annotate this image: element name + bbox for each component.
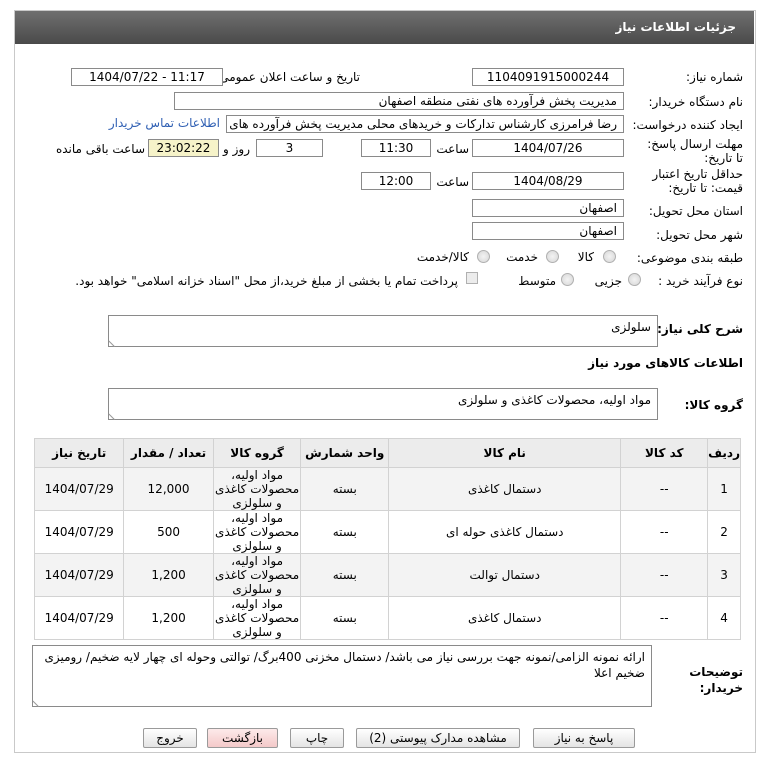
col-row-header: ردیف: [707, 438, 741, 468]
item-name: دستمال توالت: [388, 553, 622, 597]
col-group-header: گروه کالا: [212, 438, 302, 468]
deadline-label: مهلت ارسال پاسخ: تا تاریخ:: [647, 137, 743, 165]
item-code: --: [620, 467, 709, 511]
back-button[interactable]: بازگشت: [207, 728, 278, 748]
city-field: اصفهان: [472, 222, 624, 240]
item-name: دستمال کاغذی: [388, 467, 622, 511]
summary-value: سلولزی: [611, 320, 651, 334]
summary-label: شرح کلی نیاز:: [657, 322, 743, 336]
item-name: دستمال کاغذی حوله ای: [388, 510, 622, 554]
table-header-row: ردیف کد کالا نام کالا واحد شمارش گروه کا…: [33, 438, 741, 468]
creator-label: ایجاد کننده درخواست:: [632, 118, 743, 132]
buyer-org-field: مدیریت پخش فرآورده های نفتی منطقه اصفهان: [174, 92, 624, 110]
deadline-time-label: ساعت: [436, 142, 469, 156]
category-both-radio[interactable]: [477, 250, 490, 263]
col-code-header: کد کالا: [620, 438, 709, 468]
province-label: استان محل تحویل:: [648, 204, 743, 218]
item-qty: 500: [123, 510, 214, 554]
category-goods-label: کالا: [577, 250, 594, 264]
item-date: 1404/07/29: [33, 510, 125, 554]
item-code: --: [620, 596, 709, 640]
validity-label: حداقل تاریخ اعتبار قیمت: تا تاریخ:: [652, 167, 743, 195]
item-unit: بسته: [300, 467, 390, 511]
row-index: 4: [707, 596, 741, 640]
deadline-date-field: 1404/07/26: [472, 139, 624, 157]
goods-info-title: اطلاعات کالاهای مورد نیاز: [588, 356, 743, 370]
print-button[interactable]: چاپ: [290, 728, 344, 748]
contact-info-link[interactable]: اطلاعات تماس خریدار: [109, 116, 220, 130]
remaining-time-field: 23:02:22: [148, 139, 219, 157]
item-code: --: [620, 553, 709, 597]
days-label: روز و: [223, 142, 250, 156]
item-code: --: [620, 510, 709, 554]
items-table: ردیف کد کالا نام کالا واحد شمارش گروه کا…: [33, 438, 741, 640]
item-qty: 1,200: [123, 596, 214, 640]
table-row: 3 -- دستمال توالت بسته مواد اولیه، محصول…: [33, 553, 741, 597]
category-service-label: خدمت: [506, 250, 538, 264]
announce-field: 1404/07/22 - 11:17: [71, 68, 223, 86]
process-minor-label: جزیی: [594, 274, 622, 288]
process-medium-radio[interactable]: [561, 273, 574, 286]
item-qty: 12,000: [123, 467, 214, 511]
province-field: اصفهان: [472, 199, 624, 217]
creator-field: رضا فرامرزی کارشناس تدارکات و خریدهای مح…: [226, 115, 624, 133]
item-date: 1404/07/29: [33, 596, 125, 640]
process-label: نوع فرآیند خرید :: [658, 274, 743, 288]
validity-time-label: ساعت: [436, 175, 469, 189]
process-minor-radio[interactable]: [628, 273, 641, 286]
item-date: 1404/07/29: [33, 467, 125, 511]
item-unit: بسته: [300, 553, 390, 597]
row-index: 2: [707, 510, 741, 554]
treasury-payment-checkbox[interactable]: [466, 272, 478, 284]
buyer-notes-label: توضیحات خریدار:: [689, 665, 743, 695]
item-group: مواد اولیه، محصولات کاغذی و سلولزی: [212, 553, 302, 597]
category-goods-radio[interactable]: [603, 250, 616, 263]
validity-time-field: 12:00: [361, 172, 431, 190]
category-service-radio[interactable]: [546, 250, 559, 263]
need-number-label: شماره نیاز:: [686, 70, 743, 84]
goods-group-textarea[interactable]: مواد اولیه، محصولات کاغذی و سلولزی: [108, 388, 658, 421]
goods-group-label: گروه کالا:: [684, 398, 743, 412]
table-row: 2 -- دستمال کاغذی حوله ای بسته مواد اولی…: [33, 510, 741, 554]
page-header: جزئیات اطلاعات نیاز: [15, 11, 754, 44]
item-qty: 1,200: [123, 553, 214, 597]
need-number-field: 1104091915000244: [472, 68, 624, 86]
buyer-notes-value: ارائه نمونه الزامی/نمونه جهت بررسی نیاز …: [44, 650, 645, 680]
page-title: جزئیات اطلاعات نیاز: [615, 20, 736, 34]
buyer-notes-textarea[interactable]: ارائه نمونه الزامی/نمونه جهت بررسی نیاز …: [32, 645, 652, 708]
treasury-payment-note: پرداخت تمام یا بخشی از مبلغ خرید،از محل …: [75, 274, 458, 288]
item-unit: بسته: [300, 596, 390, 640]
remaining-label: ساعت باقی مانده: [55, 142, 145, 156]
category-both-label: کالا/خدمت: [416, 250, 469, 264]
city-label: شهر محل تحویل:: [656, 228, 743, 242]
buyer-org-label: نام دستگاه خریدار:: [648, 95, 744, 109]
item-unit: بسته: [300, 510, 390, 554]
attachments-button[interactable]: مشاهده مدارک پیوستی (2): [356, 728, 520, 748]
announce-label: تاریخ و ساعت اعلان عمومی:: [215, 70, 360, 84]
table-row: 1 -- دستمال کاغذی بسته مواد اولیه، محصول…: [33, 467, 741, 511]
summary-textarea[interactable]: سلولزی: [108, 315, 658, 348]
item-group: مواد اولیه، محصولات کاغذی و سلولزی: [212, 596, 302, 640]
table-row: 4 -- دستمال کاغذی بسته مواد اولیه، محصول…: [33, 596, 741, 640]
item-name: دستمال کاغذی: [388, 596, 622, 640]
reply-button[interactable]: پاسخ به نیاز: [533, 728, 635, 748]
item-group: مواد اولیه، محصولات کاغذی و سلولزی: [212, 510, 302, 554]
exit-button[interactable]: خروج: [143, 728, 197, 748]
row-index: 1: [707, 467, 741, 511]
col-name-header: نام کالا: [388, 438, 622, 468]
validity-date-field: 1404/08/29: [472, 172, 624, 190]
process-medium-label: متوسط: [518, 274, 556, 288]
col-date-header: تاریخ نیاز: [33, 438, 125, 468]
row-index: 3: [707, 553, 741, 597]
days-field: 3: [256, 139, 323, 157]
item-group: مواد اولیه، محصولات کاغذی و سلولزی: [212, 467, 302, 511]
category-label: طبقه بندی موضوعی:: [636, 251, 743, 265]
col-unit-header: واحد شمارش: [300, 438, 390, 468]
goods-group-value: مواد اولیه، محصولات کاغذی و سلولزی: [457, 393, 651, 407]
item-date: 1404/07/29: [33, 553, 125, 597]
deadline-time-field: 11:30: [361, 139, 431, 157]
col-qty-header: تعداد / مقدار: [123, 438, 214, 468]
